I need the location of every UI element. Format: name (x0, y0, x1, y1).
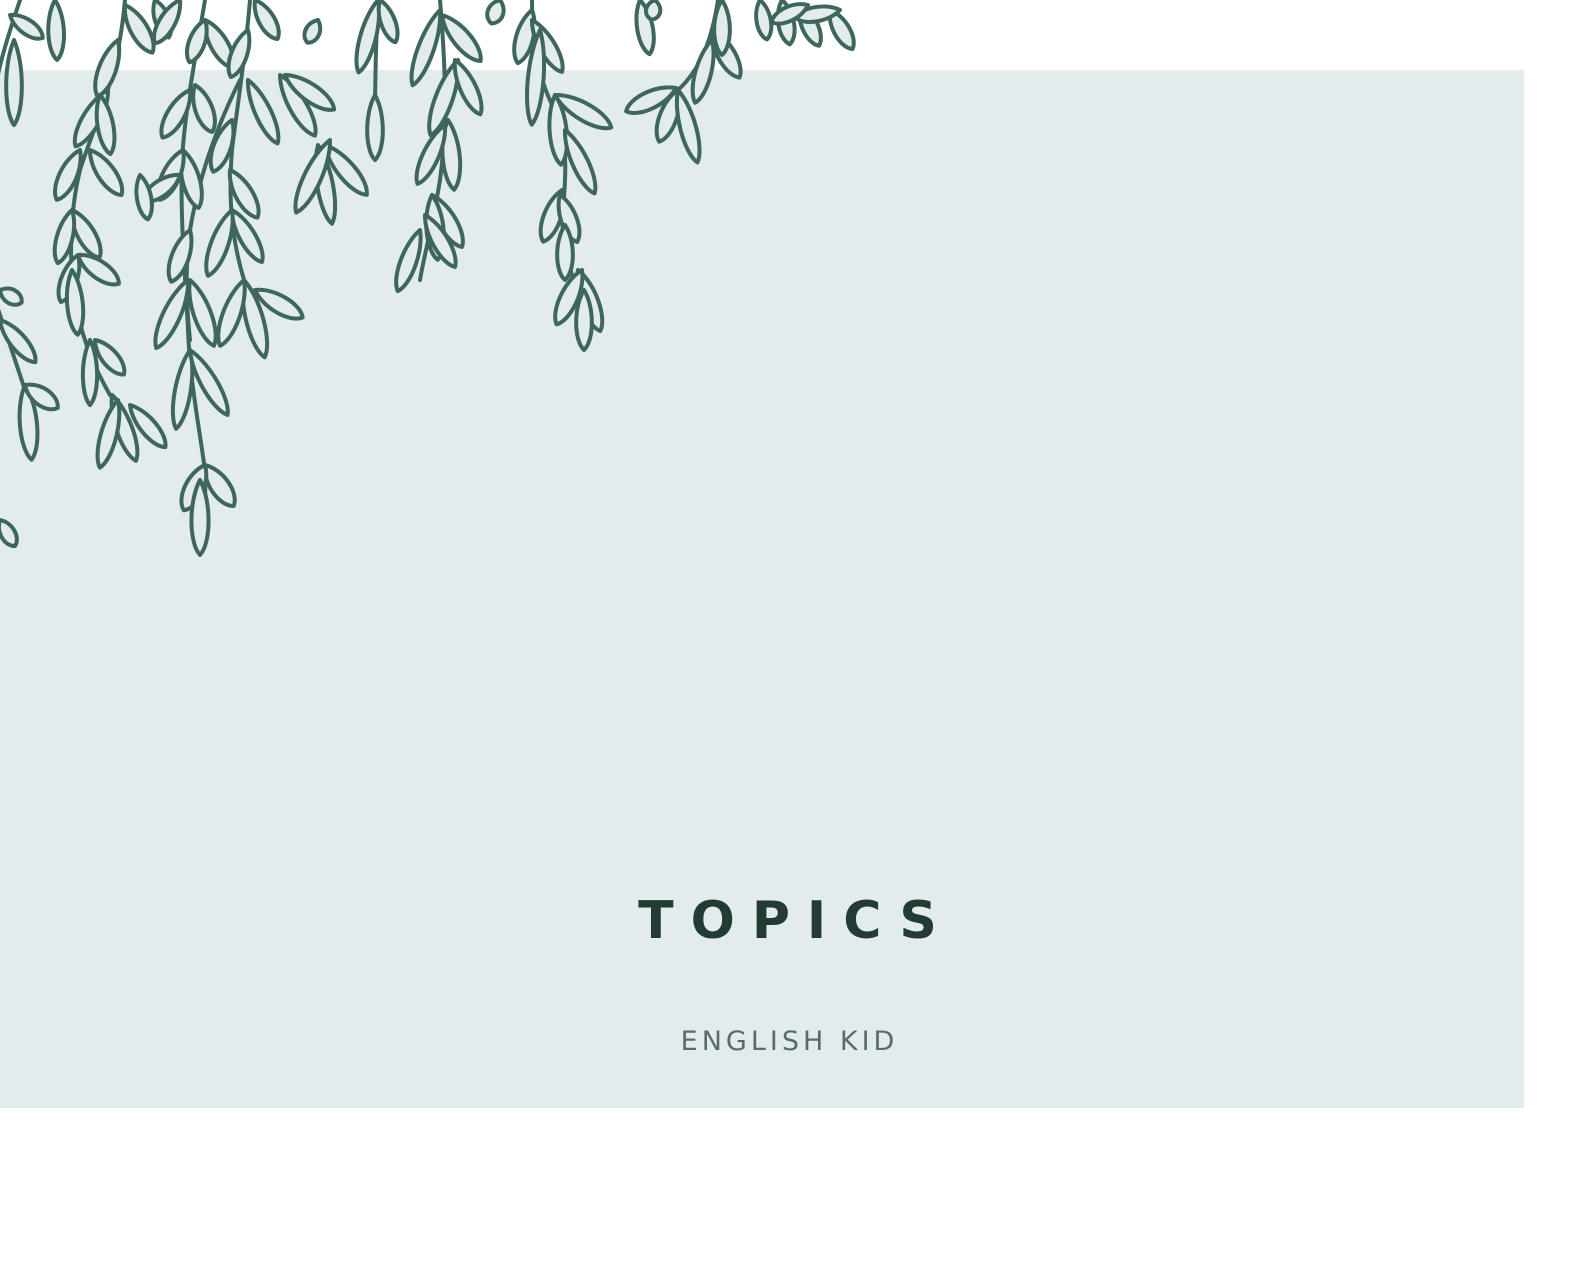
leaf-icon (94, 93, 117, 157)
page-title: TOPICS (638, 891, 954, 951)
leaf-icon (555, 223, 575, 282)
leaf-icon (4, 38, 24, 127)
leaf-icon (159, 88, 193, 140)
leaf-icon (87, 148, 125, 198)
hanging-willow-leaves-icon (0, 0, 856, 557)
leaf-icon (0, 518, 19, 548)
leaf-icon (46, 0, 66, 62)
leaf-icon (134, 173, 154, 222)
leaf-icon (485, 0, 506, 26)
leaf-icon (644, 0, 663, 22)
page-subtitle: ENGLISH KID (680, 1026, 899, 1057)
leaf-icon (53, 148, 83, 202)
leaf-icon (245, 78, 281, 146)
leaf-icon (252, 0, 281, 41)
leaf-icon (189, 478, 211, 557)
leaf-icon (64, 268, 86, 337)
leaf-icon (0, 318, 38, 365)
leaf-icon (365, 93, 385, 162)
leaf-icon (80, 338, 100, 407)
leaf-icon (712, 0, 732, 57)
leaf-icon (302, 18, 323, 45)
leaf-icon (574, 288, 594, 352)
leaf-icon (166, 228, 194, 284)
leaf-icon (0, 286, 24, 307)
